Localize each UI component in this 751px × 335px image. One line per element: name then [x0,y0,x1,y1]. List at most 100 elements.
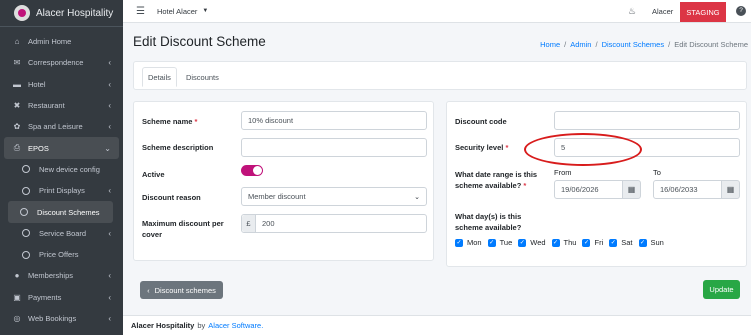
sidebar-item-label: Price Offers [39,250,79,260]
sidebar-item-correspondence[interactable]: ✉ Correspondence ‹ [0,52,123,73]
sidebar-item-new-device-config[interactable]: New device config [0,159,123,180]
sidebar-nav: ⌂ Admin Home ✉ Correspondence ‹ ▬ Hotel … [0,27,123,329]
sidebar-item-print-displays[interactable]: Print Displays ‹ [0,180,123,201]
chevron-down-icon: ⌄ [414,193,420,201]
days-checkboxes: ✓ Mon ✓ Tue ✓ Wed ✓ Thu ✓ Fri ✓ Sat ✓ Sun [455,238,664,247]
scheme-name-input[interactable]: 10% discount [241,111,427,130]
day-thu[interactable]: ✓ Thu [551,238,576,247]
footer-by: by [197,321,206,330]
checkbox-checked-icon: ✓ [638,238,647,247]
circle-icon [22,186,30,195]
sidebar-item-spa[interactable]: ✿ Spa and Leisure ‹ [0,116,123,137]
max-discount-label: Maximum discount per cover [142,219,224,239]
calendar-icon[interactable]: ▦ [622,180,641,199]
breadcrumb-discount-schemes[interactable]: Discount Schemes [602,40,665,49]
scheme-name-label: Scheme name * [142,117,198,126]
envelope-icon: ✉ [13,58,21,68]
back-to-discount-schemes-button[interactable]: ‹ Discount schemes [140,281,223,299]
breadcrumb-separator: / [564,40,567,49]
tabs-card: Details Discounts [133,61,747,90]
sidebar-item-service-board[interactable]: Service Board ‹ [0,223,123,244]
sidebar-item-admin-home[interactable]: ⌂ Admin Home [0,31,123,52]
date-range-label: What date range is this scheme available… [455,170,538,190]
circle-icon [22,165,30,174]
brand-name: Alacer Hospitality [36,7,114,19]
user-name[interactable]: Alacer [652,7,673,16]
from-label: From [554,168,572,177]
day-mon[interactable]: ✓ Mon [455,238,482,247]
day-fri[interactable]: ✓ Fri [582,238,603,247]
brand-logo [14,5,30,21]
update-button[interactable]: Update [703,280,740,299]
footer-software-link[interactable]: Alacer Software. [208,321,263,330]
sidebar-item-restaurant[interactable]: ✖ Restaurant ‹ [0,95,123,116]
hotel-selector[interactable]: Hotel Alacer ▼ [157,7,208,16]
sidebar-item-hotel[interactable]: ▬ Hotel ‹ [0,74,123,95]
to-date-input[interactable]: 16/06/2033 [653,180,722,199]
sidebar-item-label: Admin Home [28,37,72,47]
scheme-details-card: Scheme name * 10% discount Scheme descri… [133,101,434,261]
chevron-left-icon: ‹ [108,79,111,89]
sidebar-item-discount-schemes[interactable]: Discount Schemes [8,201,113,223]
caret-down-icon: ▼ [202,8,209,14]
tab-details[interactable]: Details [142,67,177,87]
day-wed[interactable]: ✓ Wed [518,238,546,247]
sidebar-item-label: Correspondence [28,58,84,68]
chevron-left-icon: ‹ [108,228,111,238]
discount-reason-value: Member discount [248,192,306,201]
chevron-left-icon: ‹ [108,292,111,302]
checkbox-checked-icon: ✓ [551,238,560,247]
topbar: ☰ Hotel Alacer ▼ ♨ Alacer STAGING ? [123,0,751,23]
scheme-description-input[interactable] [241,138,427,157]
checkbox-checked-icon: ✓ [518,238,527,247]
day-tue[interactable]: ✓ Tue [487,238,512,247]
chevron-left-icon: ‹ [147,285,150,295]
sidebar-item-label: EPOS [28,143,49,153]
sidebar-item-label: Memberships [28,271,74,281]
tab-list: Details Discounts [142,67,228,87]
calendar-icon[interactable]: ▦ [721,180,740,199]
footer: Alacer Hospitality by Alacer Software. [123,315,751,335]
page-title: Edit Discount Scheme [133,34,266,49]
sidebar-item-memberships[interactable]: ● Memberships ‹ [0,265,123,286]
sidebar-item-web-bookings[interactable]: ◎ Web Bookings ‹ [0,308,123,329]
bed-icon: ▬ [13,79,21,89]
breadcrumb-separator: / [595,40,598,49]
sidebar-item-price-offers[interactable]: Price Offers [0,244,123,265]
sidebar-item-label: Payments [28,292,62,302]
tab-discounts[interactable]: Discounts [181,67,224,87]
sidebar-item-epos[interactable]: ⎙ EPOS ⌄ [4,137,119,159]
active-label: Active [142,170,165,179]
printer-icon: ⎙ [13,143,21,153]
circle-icon [22,229,30,238]
back-button-label: Discount schemes [154,285,216,295]
active-toggle[interactable] [241,165,263,176]
security-level-input[interactable]: 5 [554,138,740,157]
checkbox-checked-icon: ✓ [609,238,618,247]
max-discount-input[interactable]: £ 200 [241,214,427,233]
breadcrumb-home[interactable]: Home [540,40,560,49]
discount-code-input[interactable] [554,111,740,130]
from-date-input[interactable]: 19/06/2026 [554,180,623,199]
breadcrumb-admin[interactable]: Admin [570,40,591,49]
discount-reason-select[interactable]: Member discount ⌄ [241,187,427,206]
day-sat[interactable]: ✓ Sat [609,238,633,247]
to-label: To [653,168,661,177]
breadcrumb-separator: / [668,40,671,49]
chevron-left-icon: ‹ [108,101,111,111]
bell-icon[interactable]: ♨ [628,6,636,17]
globe-icon: ◎ [13,314,21,323]
day-sun[interactable]: ✓ Sun [638,238,664,247]
checkbox-checked-icon: ✓ [582,238,591,247]
hamburger-menu-icon[interactable]: ☰ [136,6,145,17]
max-discount-value: 200 [262,219,275,228]
chevron-left-icon: ‹ [108,314,111,323]
scheme-availability-card: Discount code Security level * 5 What da… [446,101,747,267]
spa-icon: ✿ [13,122,21,132]
brand[interactable]: Alacer Hospitality [0,0,123,27]
users-icon: ● [14,271,20,281]
help-icon[interactable]: ? [736,6,746,16]
discount-code-label: Discount code [455,117,507,126]
sidebar-item-payments[interactable]: ▣ Payments ‹ [0,287,123,308]
sidebar-item-label: Print Displays [39,186,85,196]
